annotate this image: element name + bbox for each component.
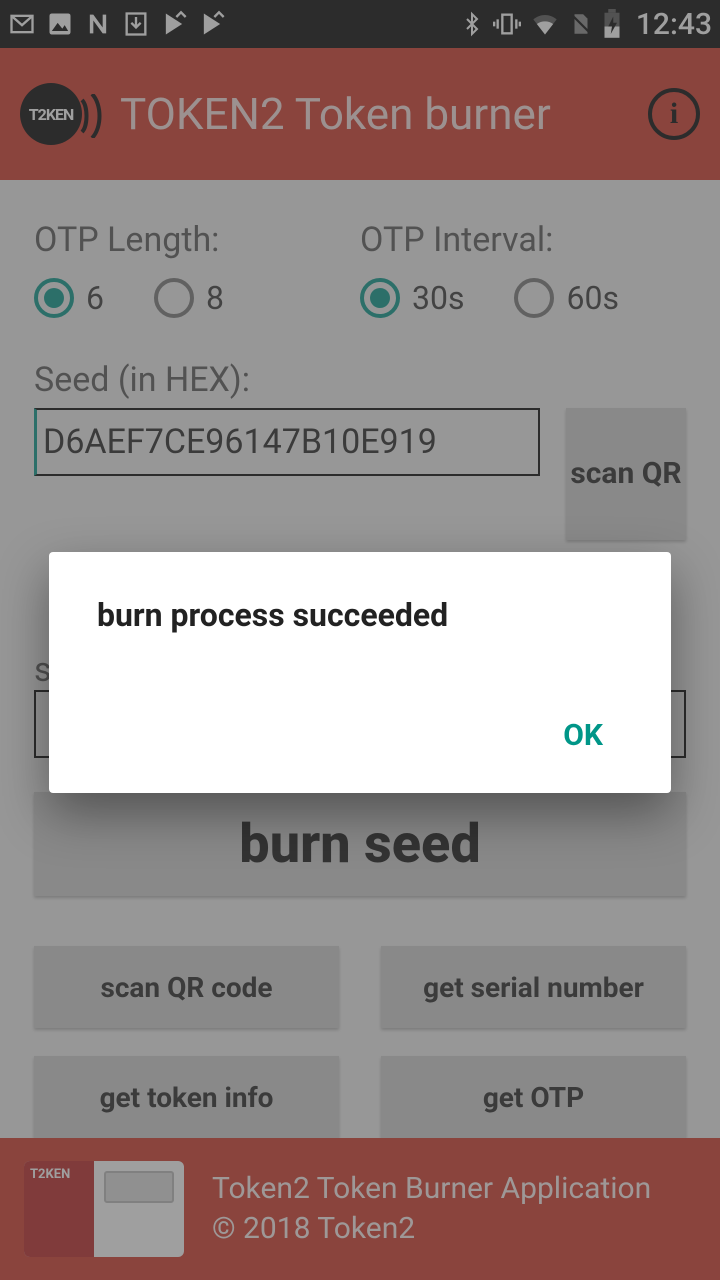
dialog-title: burn process succeeded bbox=[97, 596, 623, 634]
success-dialog: burn process succeeded OK bbox=[49, 552, 671, 793]
dialog-ok-button[interactable]: OK bbox=[543, 706, 623, 765]
